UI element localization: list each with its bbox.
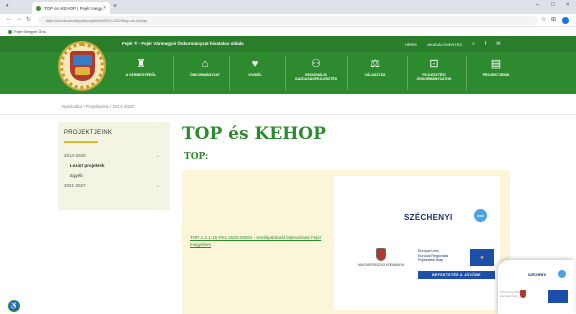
address-bar[interactable]: fejer.hu/onkormanyzat/projektek/2014-202…: [38, 16, 538, 25]
site-title: Fejér ® - Fejér Vármegyei Önkormányzat h…: [122, 41, 244, 46]
news-link[interactable]: HÍREK: [405, 42, 417, 47]
szechenyi-2020-badge: 2020: [474, 209, 487, 222]
chevron-down-icon[interactable]: ⌄: [156, 183, 160, 189]
floating-badge-title: SZÉCHENYI: [528, 273, 547, 277]
document-icon: ▤: [490, 58, 502, 70]
search-icon[interactable]: ⌕: [472, 41, 475, 47]
back-arrow-icon[interactable]: ←: [6, 16, 12, 22]
nav-label: VIVIDÉL: [248, 73, 262, 77]
site-favicon: [36, 5, 41, 11]
chevron-down-icon[interactable]: ⌄: [156, 153, 160, 159]
government-label: MAGYARORSZÁG KORMÁNYA: [358, 263, 404, 267]
nav-label: PROJEKTJEINK: [482, 73, 510, 77]
minimize-button[interactable]: ‒: [536, 2, 539, 8]
breadcrumb[interactable]: Nyitóoldal / Projektjeink / 2014-2020: [62, 104, 134, 109]
szechenyi-banner: [334, 176, 500, 310]
reload-icon[interactable]: ↻: [26, 16, 31, 23]
header-links: HÍREK AKADÁLYMENTES ⌕ f ✉: [405, 41, 500, 47]
sidebar-item-label: 2014-2020: [64, 153, 86, 158]
facebook-icon[interactable]: f: [485, 41, 486, 47]
accessibility-icon[interactable]: ♿: [8, 300, 20, 312]
crest-icon: [520, 290, 526, 298]
ballot-icon: ⚖: [370, 58, 380, 70]
bookmarks-bar: Fejér Megyei Önk.: [0, 27, 576, 36]
page-title: TOP és KEHOP: [182, 124, 326, 144]
nav-label: A VÁRMEGYÉRŐL: [125, 73, 157, 77]
heart-icon: ♥: [251, 57, 259, 70]
investment-slogan: BEFEKTETÉS A JÖVŐBE: [418, 271, 495, 279]
forward-arrow-icon[interactable]: →: [16, 16, 22, 22]
profile-avatar[interactable]: [562, 17, 569, 24]
browser-tab[interactable]: TOP és KEHOP | Fejér megy... ×: [32, 2, 110, 14]
building-icon: ⌂: [201, 57, 209, 70]
nav-label: REGIONÁLIS GAZDASÁGFEJLESZTÉS: [294, 73, 338, 82]
sidebar-subitem-egyeb[interactable]: Egyéb: [64, 173, 164, 178]
extensions-icon[interactable]: ⊞: [551, 16, 556, 23]
sidebar-item-label: 2021-2027: [64, 183, 86, 188]
nav-item-regionalis[interactable]: ⚇ REGIONÁLIS GAZDASÁGFEJLESZTÉS: [286, 57, 346, 93]
browser-tab-bar: ▾ TOP és KEHOP | Fejér megy... × + ‒ □ ×: [0, 0, 576, 14]
sidebar-title-underline: [64, 141, 98, 143]
nav-label: ÖNKORMÁNYZAT: [190, 73, 220, 77]
browser-toolbar: ← → ↻ fejer.hu/onkormanyzat/projektek/20…: [0, 14, 576, 27]
maximize-button[interactable]: □: [551, 2, 555, 8]
star-icon[interactable]: ☆: [541, 16, 546, 23]
tab-title: TOP és KEHOP | Fejér megy...: [44, 5, 106, 11]
people-icon: ⚇: [311, 58, 321, 70]
tab-close-icon[interactable]: ×: [103, 5, 106, 11]
floating-szechenyi-badge[interactable]: [498, 260, 574, 314]
tab-search-icon[interactable]: ▾: [6, 3, 9, 9]
bookmark-item[interactable]: Fejér Megyei Önk.: [14, 29, 47, 34]
section-heading: TOP:: [184, 152, 209, 162]
floating-badge-text: Széchenyi 2020 Európai Unió: [500, 290, 522, 298]
eu-fund-text: Európai Unió Európai Regionális Fejleszt…: [418, 249, 449, 262]
nav-item-fejlesztesi[interactable]: ⊡ FEJLESZTÉSI ÖNKORMÁNYZATOK: [404, 57, 464, 93]
new-tab-button[interactable]: +: [113, 3, 117, 10]
szechenyi-dot-icon: [558, 270, 566, 278]
close-window-button[interactable]: ×: [566, 2, 570, 8]
nav-label: VÁLASZTÁS: [364, 73, 386, 77]
sidebar-subitem-lezart[interactable]: Lezárt projektek: [64, 163, 164, 168]
nav-label: FEJLESZTÉSI ÖNKORMÁNYZATOK: [416, 73, 452, 82]
sidebar-item-2014-2020[interactable]: 2014-2020 ⌄: [64, 153, 164, 158]
nav-item-vividel[interactable]: ♥ VIVIDÉL: [225, 57, 285, 93]
project-link[interactable]: TOP-1.2.1-15-FE1-2020-00001 - Kerékpárba…: [190, 234, 340, 248]
sidebar: PROJEKTJEINK 2014-2020 ⌄ Lezárt projekte…: [58, 122, 170, 210]
sidebar-item-2021-2027[interactable]: 2021-2027 ⌄: [64, 183, 164, 188]
county-logo[interactable]: [58, 41, 106, 91]
eu-flag-icon: [548, 290, 568, 303]
sidebar-title: PROJEKTJEINK: [64, 130, 113, 136]
castle-icon: ♜: [136, 58, 146, 70]
hungary-coat-of-arms-icon: [376, 248, 386, 261]
accessible-link[interactable]: AKADÁLYMENTES: [427, 42, 462, 47]
nav-item-a-varmegyerol[interactable]: ♜ A VÁRMEGYÉRŐL: [111, 57, 171, 93]
bookmark-favicon: [8, 29, 12, 34]
nav-divider: [173, 56, 174, 90]
mail-icon[interactable]: ✉: [496, 41, 500, 47]
nav-item-valasztas[interactable]: ⚖ VÁLASZTÁS: [345, 57, 405, 93]
chart-icon: ⊡: [429, 58, 439, 70]
eu-flag-icon: ★: [470, 249, 494, 266]
divider: [0, 114, 576, 115]
coat-of-arms-icon: [70, 51, 95, 81]
nav-item-projektjeink[interactable]: ▤ PROJEKTJEINK: [466, 57, 526, 93]
szechenyi-logo-text: SZÉCHENYI: [404, 213, 453, 222]
